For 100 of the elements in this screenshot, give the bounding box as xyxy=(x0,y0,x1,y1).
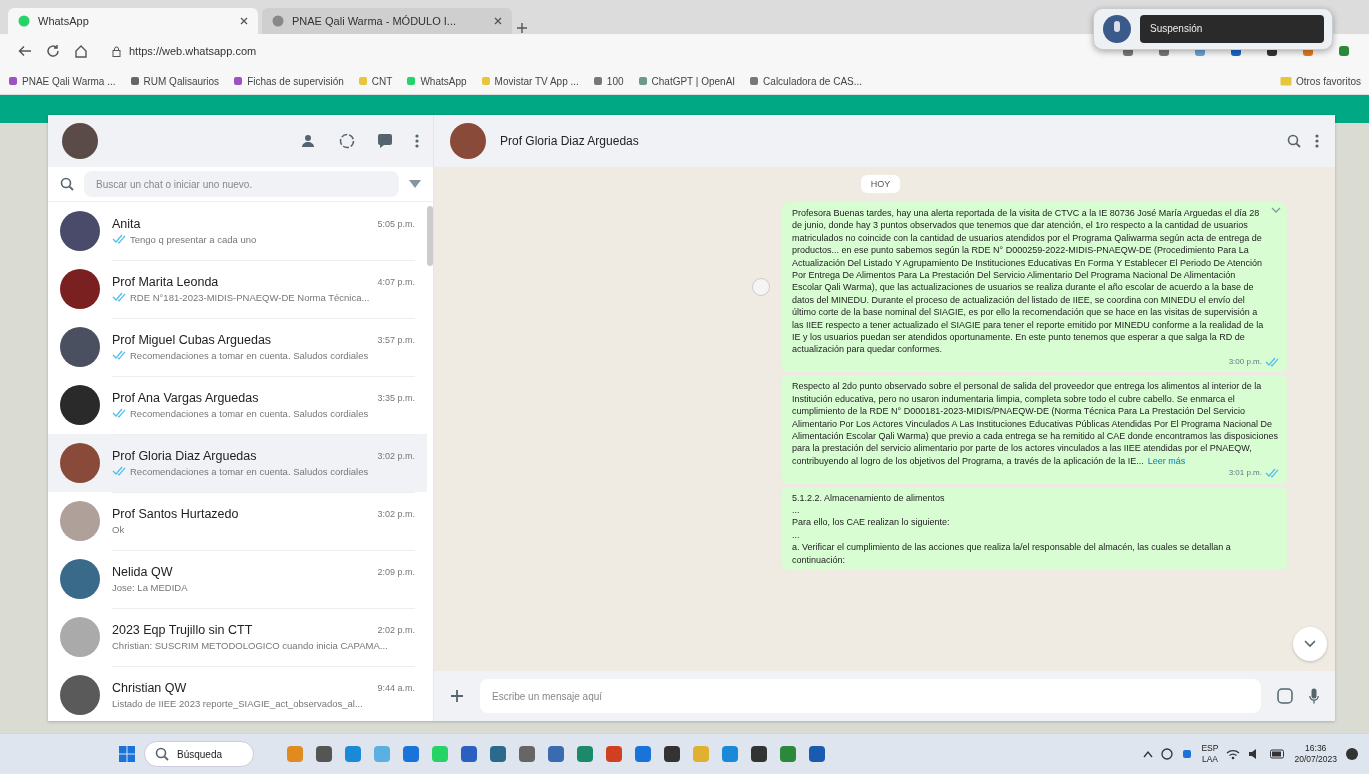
app-icon[interactable] xyxy=(663,745,681,763)
chat-row[interactable]: Anita 5:05 p.m. Tengo q presentar a cada uno xyxy=(48,202,427,260)
clock-time[interactable]: 16:36 xyxy=(1305,743,1327,754)
app-icon[interactable] xyxy=(315,745,333,763)
message-time: 3:00 p.m. xyxy=(1228,355,1262,368)
chat-time: 2:09 p.m. xyxy=(377,566,415,577)
filter-icon[interactable] xyxy=(409,179,421,189)
chat-preview: Recomendaciones a tomar en cuenta. Saludos cordiales xyxy=(130,407,369,419)
bookmark[interactable]: PNAE Qali Warma ... xyxy=(8,75,116,87)
message-time: 3:01 p.m. xyxy=(1228,467,1262,480)
search-field[interactable]: Buscar un chat o iniciar uno nuevo. xyxy=(84,171,399,197)
contact-avatar xyxy=(60,617,100,657)
bookmark[interactable]: Fichas de supervisión xyxy=(233,75,344,87)
double-check-icon xyxy=(1265,357,1279,368)
new-tab-icon[interactable] xyxy=(516,22,528,34)
app-icon[interactable] xyxy=(808,745,826,763)
new-chat-icon[interactable] xyxy=(377,133,393,149)
chat-time: 3:35 p.m. xyxy=(377,392,415,403)
chat-row[interactable]: Prof Miguel Cubas Arguedas 3:57 p.m. Recomendaciones a tomar en cuenta. Saludos cordiales xyxy=(48,318,427,376)
chat-preview: Ok xyxy=(112,523,125,535)
bookmark[interactable]: RUM Qalisaurios xyxy=(129,75,220,87)
chat-time: 4:07 p.m. xyxy=(377,276,415,287)
chat-time: 2:02 p.m. xyxy=(377,624,415,635)
caret-icon[interactable] xyxy=(1271,207,1281,213)
search-icon xyxy=(60,177,74,191)
message-input[interactable]: Escribe un mensaje aquí xyxy=(480,679,1261,713)
bookmark[interactable]: CNT xyxy=(357,75,393,87)
close-icon[interactable] xyxy=(494,17,502,25)
search-icon[interactable] xyxy=(1287,134,1301,148)
profile-avatar[interactable] xyxy=(62,123,98,159)
date-chip: HOY xyxy=(860,175,901,193)
windows-icon[interactable] xyxy=(118,745,136,763)
chat-name: Prof Santos Hurtazedo xyxy=(112,506,240,521)
browser-tab[interactable]: WhatsApp xyxy=(8,8,258,34)
app-icon[interactable] xyxy=(460,745,478,763)
chat-name: Anita xyxy=(112,216,142,231)
chat-row[interactable]: 2023 Eqp Trujillo sin CTT 2:02 p.m. Christian: SUSCRIM METODOLOGICO cuando inicia CAPAMA... xyxy=(48,608,427,666)
contact-avatar xyxy=(60,501,100,541)
chat-row[interactable]: Prof Santos Hurtazedo 3:02 p.m. Ok xyxy=(48,492,427,550)
popup-text: Suspensión xyxy=(1140,15,1324,43)
bookmark[interactable]: Movistar TV App ... xyxy=(480,75,579,87)
chat-row[interactable]: Christian QW 9:44 a.m. Listado de IIEE 2023 reporte_SIAGIE_act_observados_al... xyxy=(48,666,427,721)
chat-name: Prof Marita Leonda xyxy=(112,274,220,289)
app-icon[interactable] xyxy=(518,745,536,763)
chat-preview: Jose: La MEDIDA xyxy=(112,581,188,593)
bookmark[interactable]: ChatGPT | OpenAI xyxy=(637,75,736,87)
bookmark-icon xyxy=(480,76,491,86)
sticker-icon[interactable] xyxy=(1277,688,1293,704)
bookmark[interactable]: 100 xyxy=(592,75,624,87)
bookmark[interactable]: Otros favoritos xyxy=(1279,75,1361,87)
scrollbar-thumb[interactable] xyxy=(427,206,433,266)
chat-row[interactable]: Prof Ana Vargas Arguedas 3:35 p.m. Recomendaciones a tomar en cuenta. Saludos cordiales xyxy=(48,376,427,434)
chat-preview: Tengo q presentar a cada uno xyxy=(130,233,257,245)
taskbar-search[interactable]: Búsqueda xyxy=(144,741,254,767)
folder-icon xyxy=(1279,76,1292,86)
reload-icon[interactable] xyxy=(46,44,60,58)
language-indicator[interactable]: ESP xyxy=(1201,743,1219,754)
chat-name: 2023 Eqp Trujillo sin CTT xyxy=(112,622,254,637)
wifi-icon[interactable] xyxy=(1226,748,1241,760)
contact-avatar xyxy=(60,269,100,309)
communities-icon[interactable] xyxy=(299,134,317,148)
back-icon[interactable] xyxy=(18,45,32,57)
bookmark[interactable]: WhatsApp xyxy=(406,75,467,87)
message-text: Profesora Buenas tardes, hay una alerta reportada de la visita de CTVC a la IE 80736 José María Arguedas el día 28 de junio, donde hay 3 puntos observados que tenemos que dar atención, el 1ro respecto a la cantidad de usuarios matriculados no coincide con la cantidad de usuarios atendidos por el Programa Qaliwarma según acta de entrega de productos... en ese punto sabemos según la RDE N° D000259-2022-MIDIS-PNAEQW-DE (Procedimiento Para La Actualización Del Listado Y Agrupamiento De Instituciones Educativas En Forma Y Establecer El Periodo De Atención Por Entrega De Alimentos Para La Prestación Del Servicio Alimentario Del Programa Nacional De Alimentación Escolar Qali Warma), que las actualizaciones de usuarios se realiza durante el año escolar de acuerdo a la base de datos del MINEDU. Durante el proceso de actualización del listado de IIEE, se coordina con MINEDU el envío del último corte de la base nominal del SIAGIE, es por ello la recomendación que se hace en las visitas de supervisión a las IIEE respecto a tener actualizado el SIAGIE para tener el reporte emitido por MINEDU conforme a la realidad de la IE y los usuarios puedan ser atendidos oportunamente. En este punto tenemos que esperar a que salga la RD de actualización para quedar conformes. xyxy=(792,207,1265,356)
contact-avatar xyxy=(60,559,100,599)
clock-date[interactable]: 20/07/2023 xyxy=(1294,754,1337,765)
keyboard-layout[interactable]: LAA xyxy=(1201,754,1218,765)
battery-icon[interactable] xyxy=(1270,749,1287,759)
chat-preview: RDE N°181-2023-MIDIS-PNAEQW-DE Norma Técnica... xyxy=(130,291,370,303)
chat-name: Nelida QW xyxy=(112,564,174,579)
tray-icon[interactable] xyxy=(1161,748,1174,760)
menu-icon[interactable] xyxy=(415,134,419,148)
read-more-link[interactable]: Leer más xyxy=(1147,455,1186,466)
chat-row[interactable]: Prof Gloria Diaz Arguedas 3:02 p.m. Recomendaciones a tomar en cuenta. Saludos cordiales xyxy=(48,434,427,492)
chevron-up-icon[interactable] xyxy=(1143,750,1154,758)
home-icon[interactable] xyxy=(74,44,88,58)
close-icon[interactable] xyxy=(240,17,248,25)
chat-time: 3:02 p.m. xyxy=(377,450,415,461)
chat-row[interactable]: Nelida QW 2:09 p.m. Jose: La MEDIDA xyxy=(48,550,427,608)
bookmark-icon xyxy=(592,76,603,86)
microphone-icon[interactable] xyxy=(1309,688,1319,704)
address-bar-url[interactable]: https://web.whatsapp.com xyxy=(129,45,257,57)
microphone-icon xyxy=(1102,14,1132,44)
plus-icon[interactable] xyxy=(450,689,464,703)
message-text: 5.1.2.2. Almacenamiento de alimentos ... Para ello, los CAE realizan lo siguiente: ... a. Verificar el cumplimiento de las acciones que realiza la/el responsable del almacén, las cuales se detallan a continuación: xyxy=(792,491,1232,566)
browser-tab[interactable]: PNAE Qali Warma - MÓDULO I... xyxy=(262,8,512,34)
chat-row[interactable]: Prof Marita Leonda 4:07 p.m. RDE N°181-2023-MIDIS-PNAEQW-DE Norma Técnica... xyxy=(48,260,427,318)
menu-icon[interactable] xyxy=(1315,134,1319,148)
search-label: Búsqueda xyxy=(177,748,223,760)
site-icon xyxy=(272,15,284,27)
app-icon[interactable] xyxy=(489,745,507,763)
app-icon[interactable] xyxy=(547,745,565,763)
bookmark[interactable]: Calculadora de CAS... xyxy=(749,75,863,87)
status-icon[interactable] xyxy=(339,133,355,149)
chat-time: 5:05 p.m. xyxy=(377,218,415,229)
bookmark-icon xyxy=(357,76,368,86)
contact-avatar xyxy=(60,385,100,425)
contact-name: Prof Gloria Diaz Arguedas xyxy=(500,134,640,148)
notification-icon[interactable] xyxy=(1345,747,1359,761)
app-icon[interactable] xyxy=(750,745,768,763)
